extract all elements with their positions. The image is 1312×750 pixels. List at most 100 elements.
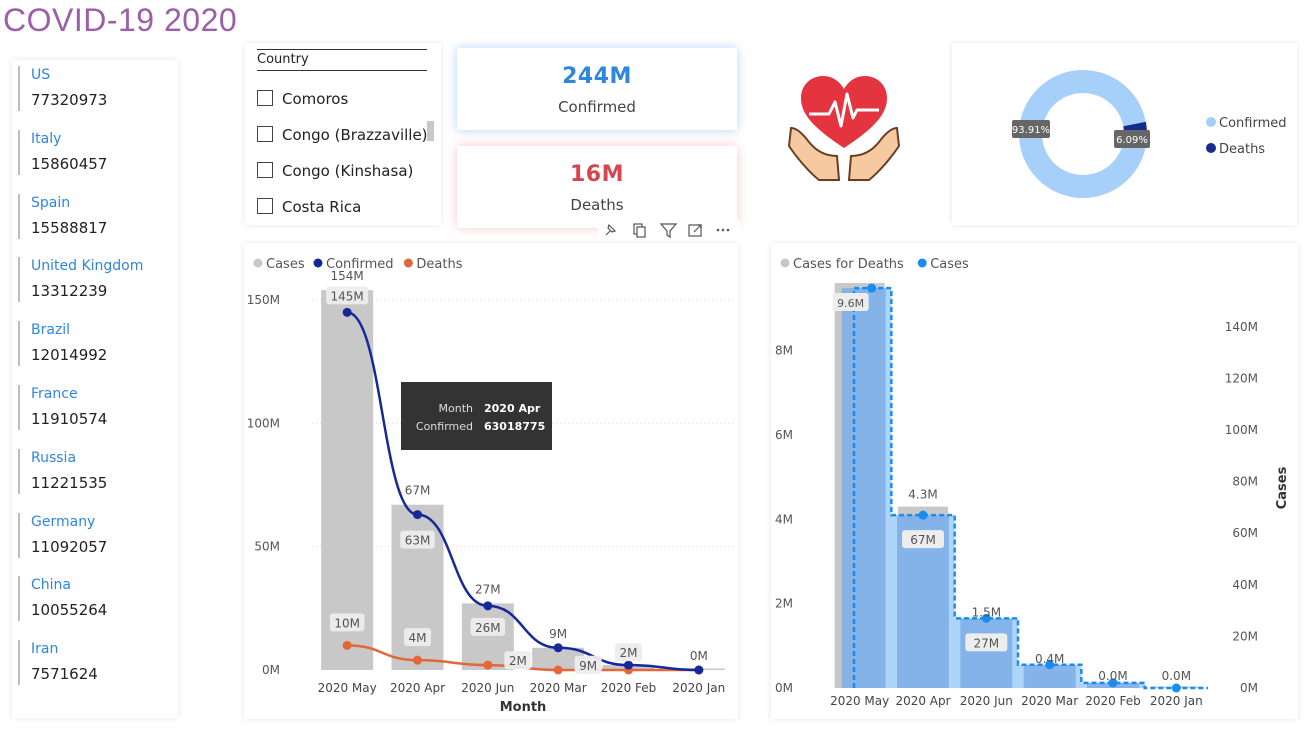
bar-cases[interactable] xyxy=(960,618,1013,688)
bar-cases[interactable] xyxy=(841,288,886,688)
legend-label: Deaths xyxy=(1219,142,1265,157)
legend-item[interactable]: Cases for Deaths xyxy=(780,257,905,272)
tooltip: Month 2020 Apr Confirmed 63018775 xyxy=(401,382,552,450)
slicer-option[interactable]: Congo (Brazzaville) xyxy=(257,126,428,144)
country-name: China xyxy=(31,577,71,594)
legend-marker xyxy=(917,258,927,268)
point-deaths[interactable] xyxy=(413,655,422,665)
legend-item[interactable]: Cases xyxy=(917,257,969,272)
tooltip-value: 63018775 xyxy=(484,420,545,433)
country-list-item[interactable]: Germany 11092057 xyxy=(18,512,181,558)
y-tick-label: 0M xyxy=(775,681,793,695)
country-list-item[interactable]: Brazil 12014992 xyxy=(18,321,181,367)
checkbox[interactable] xyxy=(257,126,273,142)
country-confirmed-value: 77320973 xyxy=(31,91,108,109)
slicer-scrollbar[interactable] xyxy=(427,121,434,141)
svg-text:67M: 67M xyxy=(910,533,936,547)
point-confirmed[interactable] xyxy=(624,660,633,670)
point-deaths[interactable] xyxy=(483,660,493,670)
point-cases[interactable] xyxy=(918,510,928,520)
svg-text:145M: 145M xyxy=(331,289,364,303)
line-data-label-confirmed: 145M xyxy=(326,286,369,305)
country-confirmed-value: 13312239 xyxy=(31,282,108,301)
step-data-label: 27M xyxy=(965,633,1008,652)
point-cases[interactable] xyxy=(1171,683,1181,693)
bar-data-label: 27M xyxy=(475,582,501,596)
x-tick-label: 2020 May xyxy=(318,681,377,695)
visual-header xyxy=(598,220,740,242)
country-list-item[interactable]: Italy 15860457 xyxy=(18,129,181,175)
point-confirmed[interactable] xyxy=(483,601,493,611)
checkbox[interactable] xyxy=(257,90,273,106)
checkbox[interactable] xyxy=(257,198,273,214)
y2-tick-label: 60M xyxy=(1232,526,1258,540)
svg-text:2M: 2M xyxy=(620,646,638,660)
x-tick-label: 2020 Feb xyxy=(601,681,657,695)
more-options-icon[interactable] xyxy=(716,228,730,232)
checkbox[interactable] xyxy=(257,162,273,178)
country-list-item[interactable]: US 77320973 xyxy=(18,66,181,111)
country-name: Brazil xyxy=(31,322,71,339)
point-deaths[interactable] xyxy=(553,665,563,675)
country-name: Russia xyxy=(31,449,77,466)
country-name: US xyxy=(31,67,51,83)
legend-item-confirmed[interactable]: Confirmed xyxy=(1206,116,1287,131)
bar-data-label: 0M xyxy=(690,649,708,663)
slicer-option[interactable]: Comoros xyxy=(257,90,348,108)
slicer-option-label: Congo (Kinshasa) xyxy=(282,162,414,180)
bar-data-label: 1.5M xyxy=(972,606,1001,620)
line-data-label-confirmed: 2M xyxy=(615,643,642,662)
country-confirmed-value: 11910574 xyxy=(31,410,108,428)
svg-text:93.91%: 93.91% xyxy=(1012,125,1050,136)
country-list-item[interactable]: Russia 11221535 xyxy=(18,448,181,494)
country-name: Iran xyxy=(31,641,59,658)
x-tick-label: 2020 Mar xyxy=(1021,694,1078,708)
point-cases[interactable] xyxy=(867,283,877,293)
line-data-label-deaths: 4M xyxy=(404,628,431,647)
country-list-item[interactable]: Iran 7571624 xyxy=(18,640,181,686)
legend-item-deaths[interactable]: Deaths xyxy=(1206,142,1265,157)
bar-data-label: 9.6M xyxy=(832,293,869,311)
x-tick-label: 2020 May xyxy=(830,694,889,708)
bar-data-label: 9M xyxy=(549,627,567,641)
tooltip-key: Confirmed xyxy=(416,420,473,433)
y2-axis-title: Cases xyxy=(1275,466,1290,509)
country-list-item[interactable]: China 10055264 xyxy=(18,576,181,622)
point-deaths[interactable] xyxy=(342,640,352,650)
country-confirmed-value: 15588817 xyxy=(31,218,108,237)
point-confirmed[interactable] xyxy=(553,643,563,653)
x-tick-label: 2020 Apr xyxy=(390,681,445,695)
country-list-item[interactable]: Spain 15588817 xyxy=(18,193,181,239)
y-tick-label: 2M xyxy=(775,597,793,611)
country-name: United Kingdom xyxy=(31,258,144,275)
bar-data-label: 4.3M xyxy=(908,488,937,502)
point-confirmed[interactable] xyxy=(342,307,352,317)
country-list-item[interactable]: France 11910574 xyxy=(18,385,181,430)
legend-marker xyxy=(1206,117,1216,127)
legend-label: Confirmed xyxy=(1219,116,1287,131)
slicer-option[interactable]: Costa Rica xyxy=(257,198,361,216)
bar-cases[interactable] xyxy=(321,290,374,670)
monthly-combo-chart-card: Cases Confirmed Deaths 0M 50M 100M 150M 154M 67M… xyxy=(244,243,738,719)
donut-label-deaths: 6.09% xyxy=(1114,130,1150,148)
slicer-option[interactable]: Congo (Kinshasa) xyxy=(257,162,413,180)
point-confirmed[interactable] xyxy=(413,510,422,520)
legend-label: Cases xyxy=(266,257,305,272)
y-tick-label: 0M xyxy=(262,663,280,677)
legend-item-deaths[interactable]: Deaths xyxy=(403,257,463,272)
y2-tick-label: 20M xyxy=(1232,629,1258,643)
y-tick-label: 50M xyxy=(254,540,280,554)
point-confirmed[interactable] xyxy=(694,665,704,675)
country-slicer: Country Comoros Congo (Brazzaville) Congo … xyxy=(245,43,441,225)
x-tick-label: 2020 Feb xyxy=(1085,694,1141,708)
svg-text:9M: 9M xyxy=(579,659,597,673)
x-tick-label: 2020 Jun xyxy=(960,694,1013,708)
legend-label: Cases for Deaths xyxy=(793,257,904,272)
deaths-cases-chart-card: Cases for Deaths Cases 0M 2M 4M 6M 8M 0M 20M 40M 6… xyxy=(771,243,1298,719)
kpi-label-confirmed: Confirmed xyxy=(558,98,636,116)
x-tick-label: 2020 Mar xyxy=(530,681,587,695)
country-list-item[interactable]: United Kingdom 13312239 xyxy=(18,257,181,303)
legend-item-cases[interactable]: Cases xyxy=(253,257,305,272)
svg-text:9.6M: 9.6M xyxy=(837,297,864,310)
donut-label-confirmed: 93.91% xyxy=(1012,120,1050,138)
